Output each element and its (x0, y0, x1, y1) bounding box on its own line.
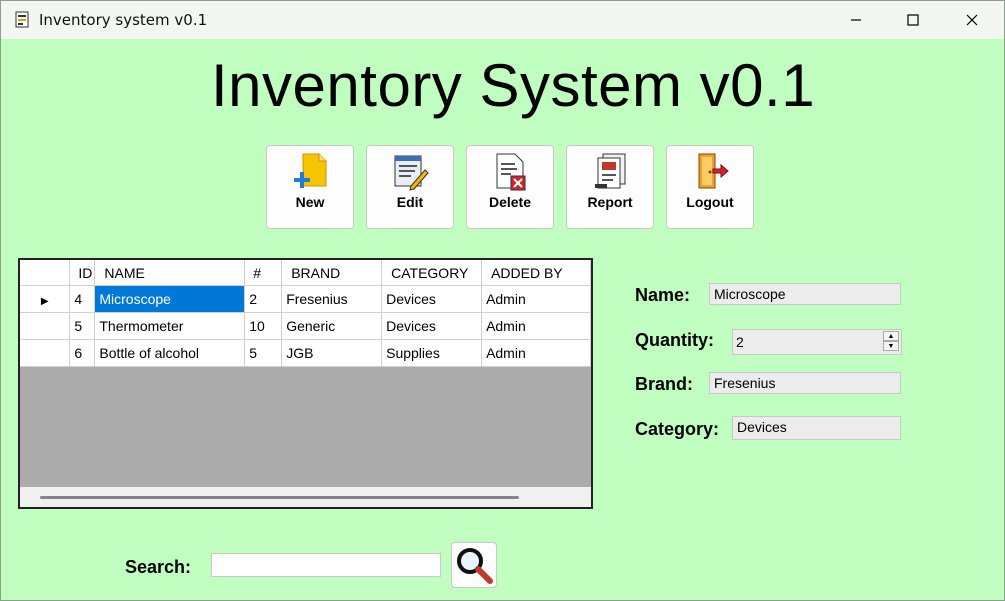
edit-label: Edit (396, 194, 424, 210)
quantity-stepper[interactable]: 2 ▲ ▼ (732, 329, 902, 355)
quantity-value: 2 (736, 334, 744, 350)
row-header[interactable] (20, 339, 71, 367)
column-header-brand[interactable]: BRAND (281, 260, 383, 286)
cell-qty[interactable]: 5 (244, 339, 283, 367)
search-button[interactable] (451, 542, 497, 588)
edit-button[interactable]: Edit (366, 145, 454, 229)
row-header[interactable]: ▶ (20, 285, 71, 313)
column-header-id[interactable]: ID (69, 260, 96, 286)
delete-button[interactable]: Delete (466, 145, 554, 229)
chevron-down-icon: ▼ (887, 342, 895, 350)
horizontal-scrollbar[interactable] (20, 487, 591, 507)
app-icon (15, 11, 29, 28)
cell-brand[interactable]: Generic (281, 312, 383, 340)
cell-id[interactable]: 5 (69, 312, 96, 340)
quantity-label: Quantity: (635, 330, 714, 350)
close-button[interactable] (944, 1, 1000, 39)
app-title: Inventory System v0.1 (211, 52, 816, 119)
cell-id[interactable]: 6 (69, 339, 96, 367)
column-header-name[interactable]: NAME (94, 260, 246, 286)
report-button[interactable]: Report (566, 145, 654, 229)
cell-qty[interactable]: 10 (244, 312, 283, 340)
brand-label: Brand: (635, 374, 693, 394)
column-header-qty[interactable]: # (244, 260, 283, 286)
cell-id[interactable]: 4 (69, 285, 96, 313)
row-header-corner (20, 260, 71, 286)
scrollbar-thumb[interactable] (40, 496, 519, 499)
table-row[interactable]: ▶ 4 Microscope 2 Fresenius Devices Admin (20, 285, 591, 313)
report-icon (595, 153, 626, 189)
maximize-button[interactable] (885, 1, 941, 39)
logout-button[interactable]: Logout (666, 145, 754, 229)
cell-name[interactable]: Thermometer (94, 312, 246, 340)
search-input[interactable] (211, 553, 441, 577)
chevron-up-icon: ▲ (887, 332, 895, 340)
name-label: Name: (635, 285, 691, 305)
delete-icon (496, 153, 526, 191)
table-row[interactable]: 6 Bottle of alcohol 5 JGB Supplies Admin (20, 339, 591, 367)
table-header-row: ID NAME # BRAND CATEGORY ADDED BY (20, 260, 591, 286)
edit-icon (394, 155, 429, 191)
cell-qty[interactable]: 2 (244, 285, 283, 313)
cell-category[interactable]: Devices (381, 312, 483, 340)
increment-button[interactable]: ▲ (883, 331, 899, 341)
report-label: Report (587, 194, 633, 210)
close-icon (966, 14, 978, 26)
column-header-category[interactable]: CATEGORY (381, 260, 483, 286)
title-bar: Inventory system v0.1 (1, 1, 1004, 39)
window-title: Inventory system v0.1 (39, 11, 208, 29)
decrement-button[interactable]: ▼ (883, 341, 899, 351)
search-label: Search: (125, 557, 192, 577)
table-row[interactable]: 5 Thermometer 10 Generic Devices Admin (20, 312, 591, 340)
maximize-icon (907, 14, 919, 26)
search-icon (457, 548, 493, 584)
new-button[interactable]: New (266, 145, 354, 229)
current-row-arrow-icon: ▶ (40, 296, 49, 307)
name-field[interactable]: Microscope (709, 283, 901, 305)
cell-category[interactable]: Supplies (381, 339, 483, 367)
brand-field[interactable]: Fresenius (709, 372, 901, 394)
minimize-icon (851, 19, 861, 21)
minimize-button[interactable] (828, 1, 884, 39)
column-header-added-by[interactable]: ADDED BY (481, 260, 591, 286)
cell-category[interactable]: Devices (381, 285, 483, 313)
cell-brand[interactable]: JGB (281, 339, 383, 367)
cell-brand[interactable]: Fresenius (281, 285, 383, 313)
category-label: Category: (635, 419, 720, 439)
cell-name[interactable]: Microscope (94, 285, 246, 313)
delete-label: Delete (488, 194, 532, 210)
logout-label: Logout (686, 194, 734, 210)
inventory-grid[interactable]: ID NAME # BRAND CATEGORY ADDED BY ▶ 4 Mi… (18, 258, 593, 509)
app-window: Inventory system v0.1 Inventory System v… (0, 0, 1005, 601)
cell-added-by[interactable]: Admin (481, 339, 591, 367)
row-header[interactable] (20, 312, 71, 340)
new-file-icon (294, 153, 327, 188)
new-label: New (295, 194, 325, 210)
cell-name[interactable]: Bottle of alcohol (94, 339, 246, 367)
inventory-table: ID NAME # BRAND CATEGORY ADDED BY ▶ 4 Mi… (20, 260, 591, 367)
cell-added-by[interactable]: Admin (481, 312, 591, 340)
category-field[interactable]: Devices (732, 416, 901, 440)
cell-added-by[interactable]: Admin (481, 285, 591, 313)
logout-door-icon (698, 153, 729, 189)
